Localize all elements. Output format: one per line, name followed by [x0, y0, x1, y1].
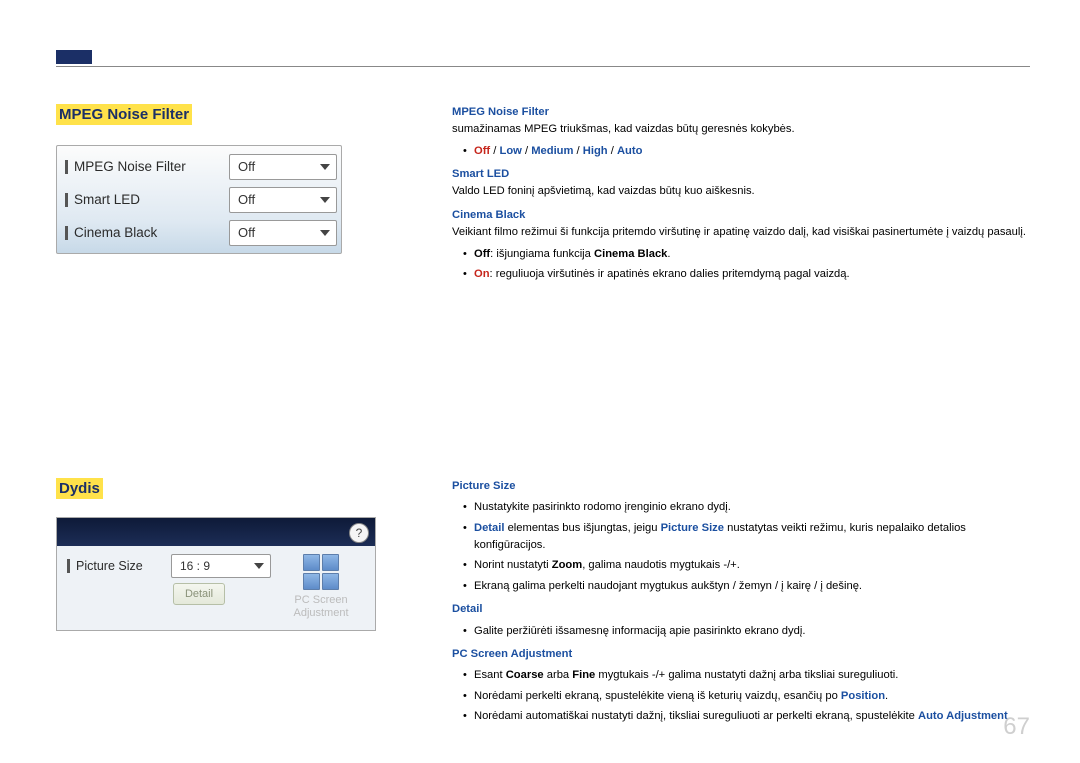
row-label: Cinema Black — [61, 225, 229, 240]
term-detail: Detail — [452, 603, 482, 615]
header-accent — [56, 50, 92, 64]
text-mpeg-desc: sumažinamas MPEG triukšmas, kad vaizdas … — [452, 121, 1030, 138]
page-number: 67 — [1003, 713, 1030, 741]
label-text: Picture Size — [76, 559, 143, 573]
help-icon[interactable]: ? — [349, 523, 369, 543]
label-text: MPEG Noise Filter — [74, 159, 186, 174]
dropdown-value: 16 : 9 — [180, 559, 210, 573]
bullet-pc-2: Norėdami perkelti ekraną, spustelėkite v… — [452, 688, 1030, 705]
bullet-ps-4: Ekraną galima perkelti naudojant mygtuku… — [452, 578, 1030, 595]
chevron-down-icon — [320, 197, 330, 203]
panel-size: ? Picture Size 16 : 9 Detail PC Screen A… — [56, 517, 376, 631]
bullet-ps-2: Detail elementas bus išjungtas, jeigu Pi… — [452, 520, 1030, 555]
header-rule — [56, 66, 1030, 67]
pc-screen-adjustment-label: PC Screen Adjustment — [293, 594, 348, 620]
bullet-ps-1: Nustatykite pasirinkto rodomo įrenginio … — [452, 499, 1030, 516]
chevron-down-icon — [320, 164, 330, 170]
dropdown-picture-size[interactable]: 16 : 9 — [171, 554, 271, 578]
section-title-dydis: Dydis — [56, 478, 103, 499]
term-cinema-black: Cinema Black — [452, 209, 525, 221]
row-picture-size: Picture Size 16 : 9 — [63, 552, 273, 580]
row-label: MPEG Noise Filter — [61, 159, 229, 174]
dropdown-value: Off — [238, 159, 255, 174]
chevron-down-icon — [320, 230, 330, 236]
detail-button[interactable]: Detail — [173, 583, 225, 605]
dropdown-cinema-black[interactable]: Off — [229, 220, 337, 246]
panel-titlebar: ? — [57, 518, 375, 546]
position-grid-icon[interactable] — [303, 554, 339, 590]
row-cinema-black: Cinema Black Off — [61, 216, 337, 249]
panel-mpeg-noise: MPEG Noise Filter Off Smart LED Off Cine… — [56, 145, 342, 254]
label-text: Smart LED — [74, 192, 140, 207]
bullet-detail-1: Galite peržiūrėti išsamesnę informaciją … — [452, 623, 1030, 640]
text-cinema-desc: Veikiant filmo režimui ši funkcija prite… — [452, 224, 1030, 241]
row-smart-led: Smart LED Off — [61, 183, 337, 216]
section-title-mpeg: MPEG Noise Filter — [56, 104, 192, 125]
dropdown-value: Off — [238, 225, 255, 240]
dropdown-smart-led[interactable]: Off — [229, 187, 337, 213]
term-picture-size: Picture Size — [452, 480, 515, 492]
bullet-cinema-on: On: reguliuoja viršutinės ir apatinės ek… — [452, 266, 1030, 283]
row-label: Picture Size — [63, 559, 171, 573]
row-mpeg-noise-filter: MPEG Noise Filter Off — [61, 150, 337, 183]
bullet-pc-3: Norėdami automatiškai nustatyti dažnį, t… — [452, 708, 1030, 725]
label-text: Cinema Black — [74, 225, 157, 240]
bullet-cinema-off: Off: išjungiama funkcija Cinema Black. — [452, 246, 1030, 263]
row-label: Smart LED — [61, 192, 229, 207]
text-smart-desc: Valdo LED foninį apšvietimą, kad vaizdas… — [452, 183, 1030, 200]
dropdown-mpeg[interactable]: Off — [229, 154, 337, 180]
term-smart-led: Smart LED — [452, 168, 509, 180]
chevron-down-icon — [254, 563, 264, 569]
bullet-mpeg-options: Off / Low / Medium / High / Auto — [452, 143, 1030, 160]
bullet-ps-3: Norint nustatyti Zoom, galima naudotis m… — [452, 557, 1030, 574]
dropdown-value: Off — [238, 192, 255, 207]
term-pc-screen-adjustment: PC Screen Adjustment — [452, 648, 572, 660]
bullet-pc-1: Esant Coarse arba Fine mygtukais -/+ gal… — [452, 667, 1030, 684]
term-mpeg-noise-filter: MPEG Noise Filter — [452, 106, 549, 118]
